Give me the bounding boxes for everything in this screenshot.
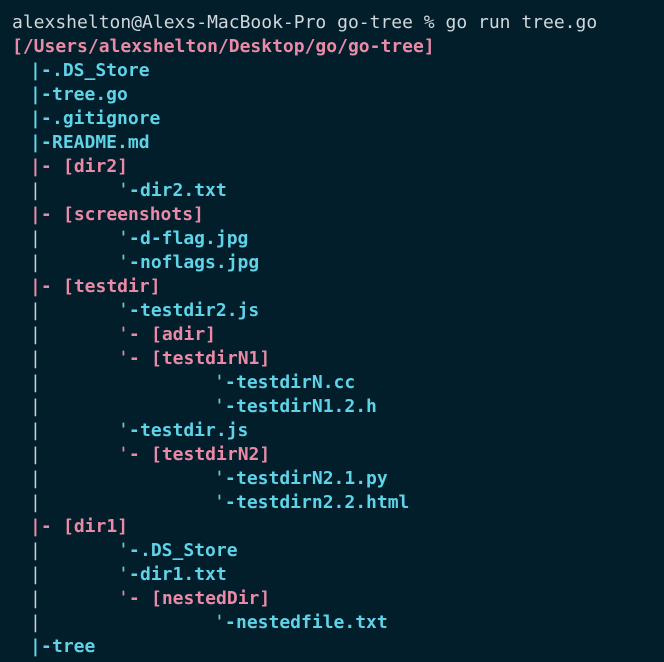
tree-line-dir: |- [dir2]	[0, 155, 664, 179]
tree-line-dir: | ˈ- [testdirN2]	[0, 443, 664, 467]
tree-guide: |	[30, 324, 41, 345]
tree-line-dir: | ˈ- [testdirN1]	[0, 347, 664, 371]
command-prompt-line: alexshelton@Alexs-MacBook-Pro go-tree % …	[0, 11, 664, 35]
tree-line-file: | ˈ-testdir.js	[0, 419, 664, 443]
tree-guide: |	[30, 228, 41, 249]
tree-branch: |-	[30, 636, 52, 657]
tree-guide: |	[30, 588, 41, 609]
tree-file-name[interactable]: d-flag.jpg	[140, 227, 248, 251]
tree-root-line: [/Users/alexshelton/Desktop/go/go-tree]	[0, 35, 664, 59]
tree-guide: |	[30, 444, 41, 465]
tree-guide: |	[30, 252, 41, 273]
tree-branch: ˈ-	[118, 540, 140, 561]
tree-file-name[interactable]: noflags.jpg	[140, 251, 259, 275]
tree-branch: ˈ-	[214, 372, 236, 393]
tree-file-name[interactable]: nestedfile.txt	[236, 611, 388, 635]
tree-dir-name[interactable]: [nestedDir]	[151, 587, 270, 611]
tree-dir-name[interactable]: [dir2]	[63, 155, 128, 179]
tree-branch: ˈ-	[118, 444, 151, 465]
tree-branch: ˈ-	[214, 612, 236, 633]
tree-line-dir: |- [dir1]	[0, 515, 664, 539]
tree-guide: |	[30, 564, 41, 585]
tree-file-name[interactable]: .gitignore	[52, 107, 160, 131]
tree-guide: |	[30, 468, 41, 489]
tree-file-name[interactable]: dir1.txt	[140, 563, 227, 587]
tree-branch: ˈ-	[118, 348, 151, 369]
tree-file-name[interactable]: testdirn2.2.html	[236, 491, 409, 515]
tree-file-name[interactable]: tree	[52, 635, 95, 659]
tree-branch: ˈ-	[118, 564, 140, 585]
tree-line-file: |- tree.go	[0, 83, 664, 107]
tree-line-file: |- tree	[0, 635, 664, 659]
tree-line-dir: |- [screenshots]	[0, 203, 664, 227]
tree-file-name[interactable]: testdir2.js	[140, 299, 259, 323]
tree-line-file: | ˈ-testdir2.js	[0, 299, 664, 323]
tree-branch: |-	[30, 516, 63, 537]
tree-branch: |-	[30, 84, 52, 105]
tree-line-dir: | ˈ- [nestedDir]	[0, 587, 664, 611]
tree-line-file: | ˈ-dir1.txt	[0, 563, 664, 587]
tree-line-file: | ˈ-testdirN2.1.py	[0, 467, 664, 491]
tree-file-name[interactable]: testdirN1.2.h	[236, 395, 377, 419]
tree-guide: |	[30, 300, 41, 321]
tree-branch: |-	[30, 108, 52, 129]
tree-branch: ˈ-	[214, 468, 236, 489]
tree-file-name[interactable]: .DS_Store	[52, 59, 150, 83]
tree-guide: |	[30, 396, 41, 417]
tree-guide: |	[30, 348, 41, 369]
tree-guide: |	[30, 492, 41, 513]
tree-line-file: | ˈ-d-flag.jpg	[0, 227, 664, 251]
tree-branch: |-	[30, 276, 63, 297]
tree-branch: ˈ-	[118, 324, 151, 345]
tree-line-file: | ˈ- .DS_Store	[0, 539, 664, 563]
tree-file-name[interactable]: testdirN2.1.py	[236, 467, 388, 491]
tree-guide: |	[30, 420, 41, 441]
tree-branch: ˈ-	[118, 420, 140, 441]
tree-branch: ˈ-	[118, 300, 140, 321]
tree-file-name[interactable]: testdirN.cc	[236, 371, 355, 395]
tree-branch: ˈ-	[214, 396, 236, 417]
tree-line-file: |- .DS_Store	[0, 59, 664, 83]
tree-line-file: | ˈ-dir2.txt	[0, 179, 664, 203]
tree-dir-name[interactable]: [testdirN2]	[151, 443, 270, 467]
tree-branch: ˈ-	[214, 492, 236, 513]
tree-branch: ˈ-	[118, 588, 151, 609]
tree-dir-name[interactable]: [testdir]	[63, 275, 161, 299]
tree-file-name[interactable]: dir2.txt	[140, 179, 227, 203]
tree-branch: ˈ-	[118, 228, 140, 249]
tree-file-name[interactable]: README.md	[52, 131, 150, 155]
tree-line-file: | ˈ-noflags.jpg	[0, 251, 664, 275]
tree-line-file: |- README.md	[0, 131, 664, 155]
command-prompt: alexshelton@Alexs-MacBook-Pro go-tree % …	[12, 12, 598, 33]
tree-dir-name[interactable]: [adir]	[151, 323, 216, 347]
tree-branch: ˈ-	[118, 252, 140, 273]
tree-dir-name[interactable]: [testdirN1]	[151, 347, 270, 371]
tree-guide: |	[30, 372, 41, 393]
tree-line-file: |- .gitignore	[0, 107, 664, 131]
tree-line-file: | ˈ-testdirn2.2.html	[0, 491, 664, 515]
tree-line-dir: |- [testdir]	[0, 275, 664, 299]
tree-file-name[interactable]: .DS_Store	[140, 539, 238, 563]
tree-branch: ˈ-	[118, 180, 140, 201]
tree-guide: |	[30, 540, 41, 561]
tree-root-path: [/Users/alexshelton/Desktop/go/go-tree]	[12, 36, 435, 57]
tree-dir-name[interactable]: [dir1]	[63, 515, 128, 539]
tree-output: |- .DS_Store |- tree.go |- .gitignore |- README…	[0, 59, 664, 659]
tree-file-name[interactable]: testdir.js	[140, 419, 248, 443]
tree-branch: |-	[30, 156, 63, 177]
tree-file-name[interactable]: tree.go	[52, 83, 128, 107]
tree-line-file: | ˈ-nestedfile.txt	[0, 611, 664, 635]
tree-line-dir: | ˈ- [adir]	[0, 323, 664, 347]
tree-guide: |	[30, 612, 41, 633]
tree-line-file: | ˈ-testdirN1.2.h	[0, 395, 664, 419]
tree-branch: |-	[30, 60, 52, 81]
terminal-window[interactable]: alexshelton@Alexs-MacBook-Pro go-tree % …	[0, 0, 664, 662]
tree-branch: |-	[30, 204, 63, 225]
tree-guide: |	[30, 180, 41, 201]
tree-branch: |-	[30, 132, 52, 153]
tree-line-file: | ˈ-testdirN.cc	[0, 371, 664, 395]
tree-dir-name[interactable]: [screenshots]	[63, 203, 204, 227]
